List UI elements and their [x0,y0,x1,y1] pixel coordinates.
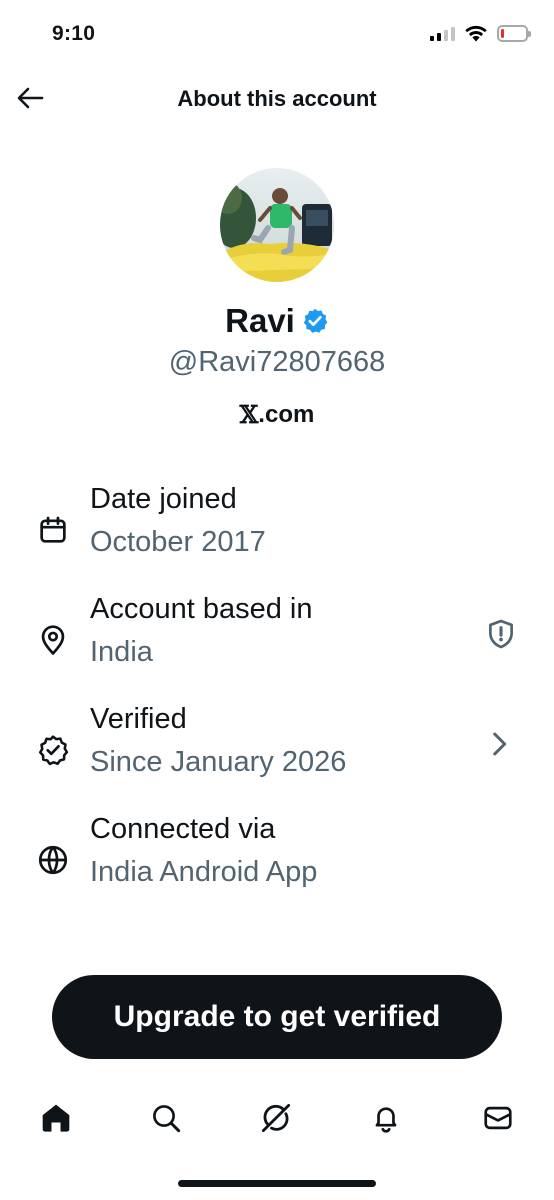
top-app-bar: About this account [0,72,554,126]
battery-icon [497,24,531,42]
info-row-verified[interactable]: Verified Since January 2026 [0,703,554,803]
battery-level [501,28,505,38]
site-suffix: .com [258,400,315,428]
grok-icon [261,1103,291,1133]
globe-icon [38,845,68,875]
info-value: Since January 2026 [90,746,347,778]
verified-badge-outline-icon [38,735,69,766]
chevron-right-icon[interactable] [482,727,516,761]
cellular-signal-icon [430,25,455,41]
tab-grok[interactable] [258,1100,294,1136]
info-row-date-joined: Date joined October 2017 [0,483,554,583]
tab-messages[interactable] [480,1100,516,1136]
upgrade-to-get-verified-button[interactable]: Upgrade to get verified [52,975,502,1059]
wifi-icon [465,25,487,42]
bottom-tab-bar [0,1088,554,1148]
notifications-bell-icon [375,1107,397,1133]
profile-name: Ravi [225,302,295,339]
home-icon [42,1104,70,1132]
page-title: About this account [177,86,377,111]
profile-name-row: Ravi [0,302,554,340]
location-pin-icon [41,625,65,655]
info-value: India [90,636,153,668]
avatar-photo [220,168,334,282]
calendar-icon [40,516,66,543]
tab-search[interactable] [148,1100,184,1136]
status-icons [430,24,531,42]
status-time: 9:10 [52,22,96,45]
search-icon [153,1105,181,1133]
info-title: Account based in [90,593,313,625]
x-logo-mark: 𝕏 [239,400,259,429]
site-link[interactable]: 𝕏 .com [0,400,554,429]
shield-alert-icon[interactable] [484,617,518,651]
home-indicator[interactable] [178,1180,376,1187]
info-row-connected-via: Connected via India Android App [0,813,554,913]
info-title: Connected via [90,813,276,845]
info-row-account-based-in: Account based in India [0,593,554,693]
info-value: October 2017 [90,526,266,558]
info-title: Verified [90,703,187,735]
profile-handle: @Ravi72807668 [168,346,386,378]
info-title: Date joined [90,483,237,515]
info-value: India Android App [90,856,318,888]
tab-notifications[interactable] [368,1100,404,1136]
tab-home[interactable] [38,1100,74,1136]
avatar[interactable] [220,168,334,282]
status-bar: 9:10 [0,0,554,70]
verified-badge-icon [303,308,328,333]
messages-envelope-icon [484,1106,512,1130]
